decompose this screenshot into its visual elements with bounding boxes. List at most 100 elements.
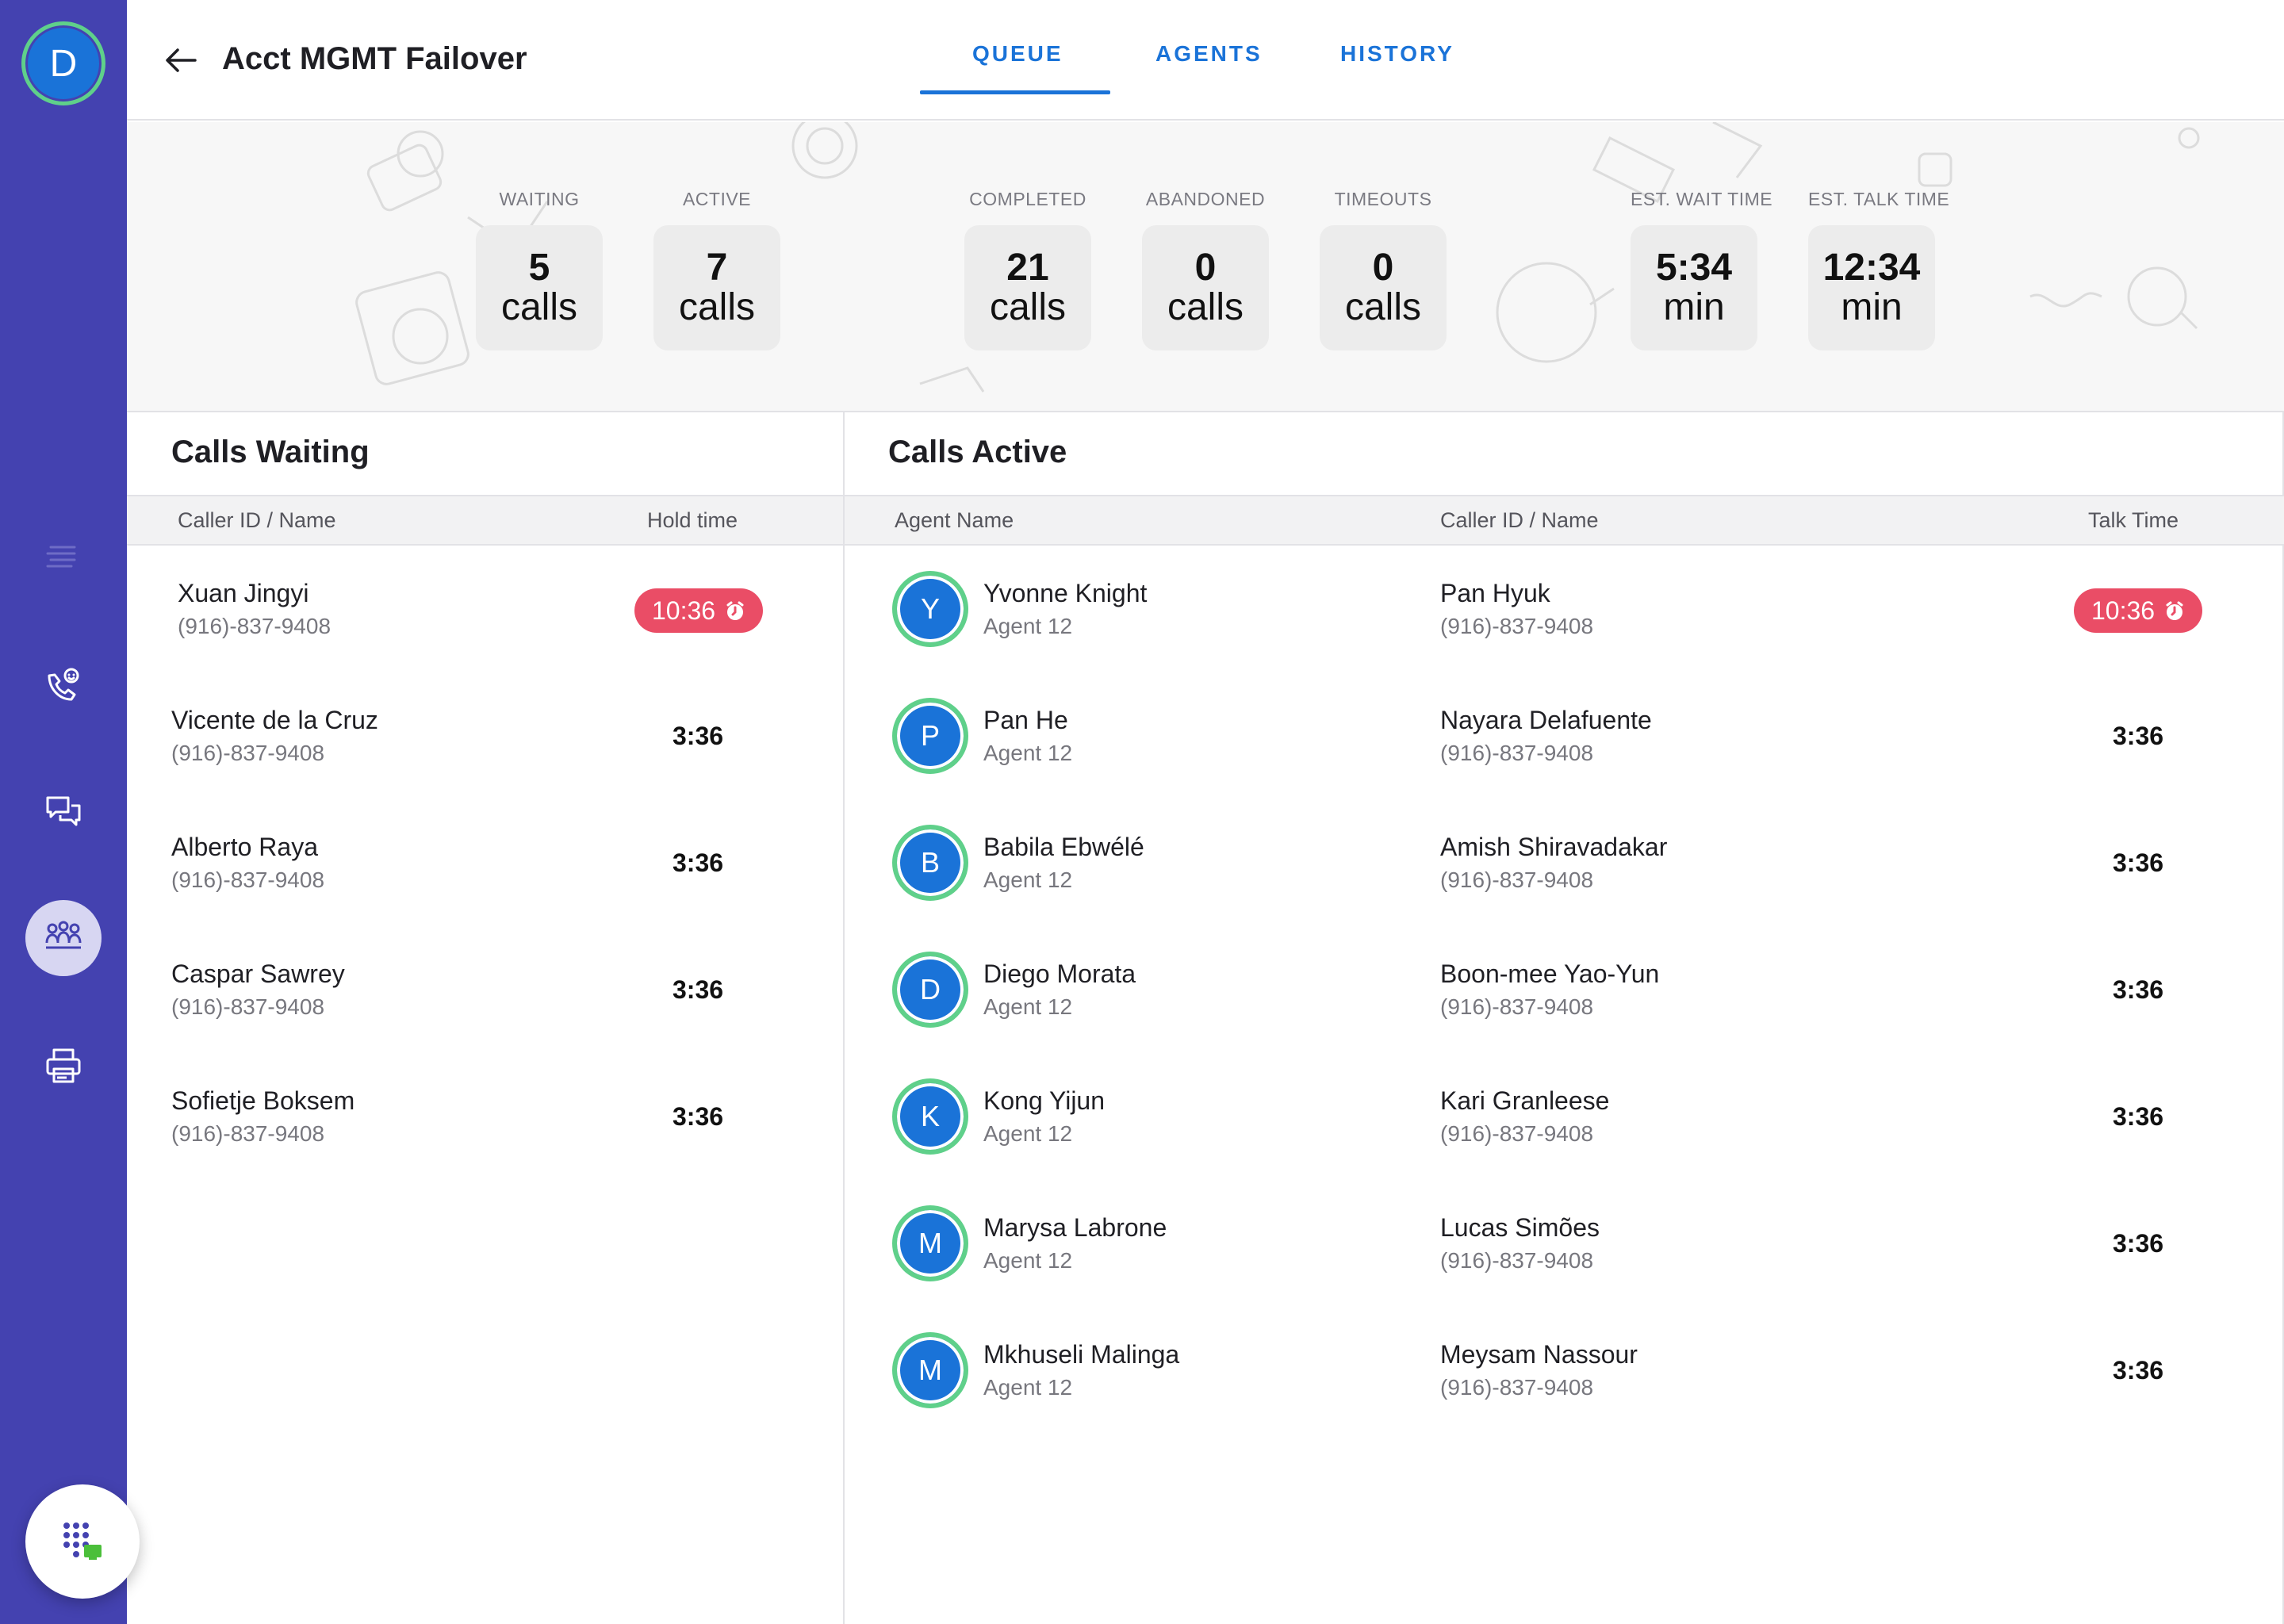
- hold-time-alert-badge: 10:36: [634, 588, 764, 633]
- stat-label: EST. TALK TIME: [1808, 189, 1950, 209]
- stat-box: 0 calls: [1320, 225, 1447, 350]
- agent-name: Pan He: [983, 706, 1068, 734]
- stat-unit: calls: [678, 286, 756, 328]
- talk-time: 10:36: [2091, 596, 2156, 625]
- table-row[interactable]: Sofietje Boksem (916)-837-9408 3:36: [127, 1086, 843, 1182]
- calls-active-header: Agent Name Caller ID / Name Talk Time: [845, 495, 2284, 546]
- caller-phone: (916)-837-9408: [1440, 1375, 1594, 1400]
- stat-est-talk-time: EST. TALK TIME 12:34 min: [1808, 189, 1950, 350]
- table-row[interactable]: Vicente de la Cruz (916)-837-9408 3:36: [127, 706, 843, 801]
- back-arrow-icon[interactable]: [162, 41, 200, 79]
- caller-phone: (916)-837-9408: [171, 868, 325, 892]
- stat-box: 0 calls: [1142, 225, 1269, 350]
- stat-value: 0: [1372, 247, 1394, 289]
- stat-box: 21 calls: [964, 225, 1091, 350]
- caller-phone: (916)-837-9408: [171, 741, 325, 765]
- queue-stats-bar: WAITING 5 calls ACTIVE 7 calls COMPLETED…: [127, 122, 2284, 412]
- printer-icon[interactable]: [40, 1042, 87, 1090]
- calls-waiting-header: Caller ID / Name Hold time: [127, 495, 843, 546]
- stat-box: 5:34 min: [1631, 225, 1757, 350]
- talk-time: 3:36: [2113, 1229, 2164, 1258]
- caller-name: Sofietje Boksem: [171, 1086, 355, 1115]
- table-row[interactable]: M Marysa Labrone Agent 12 Lucas Simões (…: [845, 1205, 2284, 1300]
- sidebar: D: [0, 0, 127, 1624]
- calls-waiting-title: Calls Waiting: [171, 435, 370, 469]
- talk-time: 3:36: [2113, 722, 2164, 750]
- stat-unit: calls: [1344, 286, 1422, 328]
- caller-name: Vicente de la Cruz: [171, 706, 378, 734]
- stat-unit: calls: [989, 286, 1067, 328]
- calls-active-title: Calls Active: [888, 435, 1067, 469]
- dialpad-icon: [63, 1522, 102, 1560]
- table-row[interactable]: M Mkhuseli Malinga Agent 12 Meysam Nasso…: [845, 1332, 2284, 1427]
- hold-time: 3:36: [673, 722, 724, 750]
- talk-time: 3:36: [2113, 975, 2164, 1004]
- stat-abandoned: ABANDONED 0 calls: [1142, 189, 1269, 350]
- agent-label: Agent 12: [983, 614, 1073, 638]
- talk-time-alert-badge: 10:36: [2074, 588, 2203, 633]
- tab-queue[interactable]: QUEUE: [972, 41, 1063, 67]
- stat-active: ACTIVE 7 calls: [653, 189, 780, 350]
- caller-phone: (916)-837-9408: [1440, 1121, 1594, 1146]
- stat-box: 12:34 min: [1808, 225, 1935, 350]
- table-row[interactable]: P Pan He Agent 12 Nayara Delafuente (916…: [845, 698, 2284, 793]
- caller-phone: (916)-837-9408: [1440, 741, 1594, 765]
- table-row[interactable]: K Kong Yijun Agent 12 Kari Granleese (91…: [845, 1078, 2284, 1174]
- caller-name: Meysam Nassour: [1440, 1340, 1638, 1369]
- column-header-caller: Caller ID / Name: [1440, 508, 1599, 532]
- phone-support-icon[interactable]: [40, 661, 87, 709]
- caller-name: Nayara Delafuente: [1440, 706, 1652, 734]
- agent-label: Agent 12: [983, 1375, 1073, 1400]
- stat-est-wait-time: EST. WAIT TIME 5:34 min: [1631, 189, 1773, 350]
- stat-unit: min: [1841, 286, 1903, 328]
- agent-label: Agent 12: [983, 741, 1073, 765]
- stat-label: ACTIVE: [682, 189, 752, 209]
- agent-name: Diego Morata: [983, 959, 1136, 988]
- stat-label: COMPLETED: [969, 189, 1086, 209]
- alarm-icon: [2166, 601, 2183, 620]
- table-row[interactable]: B Babila Ebwélé Agent 12 Amish Shiravada…: [845, 825, 2284, 920]
- column-header-agent: Agent Name: [895, 508, 1014, 532]
- agent-avatar: P: [892, 698, 968, 774]
- caller-name: Caspar Sawrey: [171, 959, 345, 988]
- column-header-hold-time: Hold time: [647, 508, 738, 532]
- talk-time: 3:36: [2113, 1356, 2164, 1385]
- tab-history[interactable]: HISTORY: [1340, 41, 1454, 67]
- caller-phone: (916)-837-9408: [178, 614, 331, 638]
- agent-label: Agent 12: [983, 868, 1073, 892]
- user-avatar-initial: D: [49, 42, 78, 85]
- table-row[interactable]: Xuan Jingyi (916)-837-9408 10:36: [127, 579, 843, 674]
- agent-name: Marysa Labrone: [983, 1213, 1167, 1242]
- user-avatar[interactable]: D: [21, 21, 105, 105]
- stat-label: ABANDONED: [1145, 189, 1266, 209]
- table-row[interactable]: Alberto Raya (916)-837-9408 3:36: [127, 833, 843, 928]
- table-row[interactable]: Caspar Sawrey (916)-837-9408 3:36: [127, 959, 843, 1055]
- queue-group-icon[interactable]: [25, 900, 102, 976]
- table-row[interactable]: D Diego Morata Agent 12 Boon-mee Yao-Yun…: [845, 952, 2284, 1047]
- page-header: Acct MGMT Failover QUEUE AGENTS HISTORY: [127, 0, 2284, 121]
- column-header-talk-time: Talk Time: [2088, 508, 2179, 532]
- agent-name: Yvonne Knight: [983, 579, 1148, 607]
- hold-time: 3:36: [673, 848, 724, 877]
- caller-name: Amish Shiravadakar: [1440, 833, 1668, 861]
- stat-unit: calls: [1167, 286, 1244, 328]
- stat-value: 5: [528, 247, 550, 289]
- tab-agents[interactable]: AGENTS: [1155, 41, 1263, 67]
- page-title: Acct MGMT Failover: [222, 41, 527, 76]
- table-row[interactable]: Y Yvonne Knight Agent 12 Pan Hyuk (916)-…: [845, 571, 2284, 666]
- agent-label: Agent 12: [983, 1248, 1073, 1273]
- stat-box: 7 calls: [653, 225, 780, 350]
- stat-label: EST. WAIT TIME: [1631, 189, 1773, 209]
- stat-value: 12:34: [1822, 247, 1921, 289]
- dialpad-button[interactable]: [25, 1484, 140, 1599]
- stat-value: 7: [706, 247, 728, 289]
- caller-name: Kari Granleese: [1440, 1086, 1610, 1115]
- list-icon[interactable]: [40, 533, 87, 580]
- agent-avatar: D: [892, 952, 968, 1028]
- hold-time: 3:36: [673, 975, 724, 1004]
- stat-completed: COMPLETED 21 calls: [964, 189, 1091, 350]
- chat-icon[interactable]: [40, 788, 87, 836]
- agent-label: Agent 12: [983, 994, 1073, 1019]
- talk-time: 3:36: [2113, 848, 2164, 877]
- stat-value: 0: [1194, 247, 1217, 289]
